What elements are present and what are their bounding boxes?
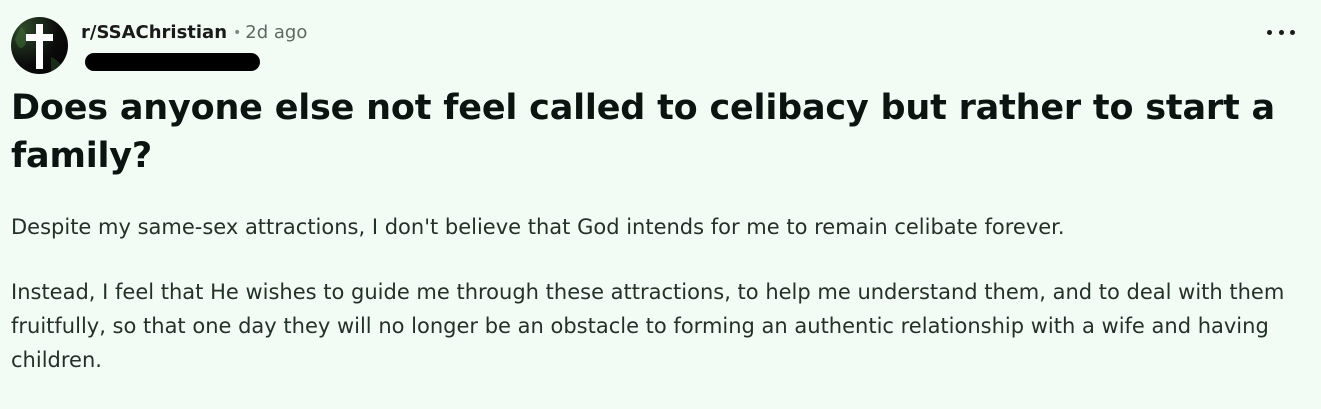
redacted-username	[85, 53, 260, 71]
ellipsis-icon-dot	[1267, 29, 1272, 35]
post-card: r/SSAChristian • 2d ago Does anyone else n…	[0, 0, 1321, 409]
cross-icon	[15, 24, 63, 74]
post-paragraph: Despite my same-sex attractions, I don't…	[11, 215, 1065, 239]
post-paragraph: Instead, I feel that He wishes to guide …	[11, 280, 1285, 372]
post-body: Despite my same-sex attractions, I don't…	[11, 210, 1306, 377]
post-time: 2d ago	[245, 22, 308, 43]
ellipsis-icon-dot	[1290, 29, 1295, 35]
post-title[interactable]: Does anyone else not feel called to celi…	[11, 84, 1301, 180]
subreddit-link[interactable]: r/SSAChristian	[81, 22, 227, 43]
post-header: r/SSAChristian • 2d ago	[11, 12, 1311, 76]
more-options-button[interactable]	[1267, 22, 1295, 42]
post-meta: r/SSAChristian • 2d ago	[81, 21, 307, 45]
ellipsis-icon-dot	[1278, 29, 1284, 35]
subreddit-avatar[interactable]	[11, 17, 68, 74]
meta-separator: •	[233, 25, 242, 41]
